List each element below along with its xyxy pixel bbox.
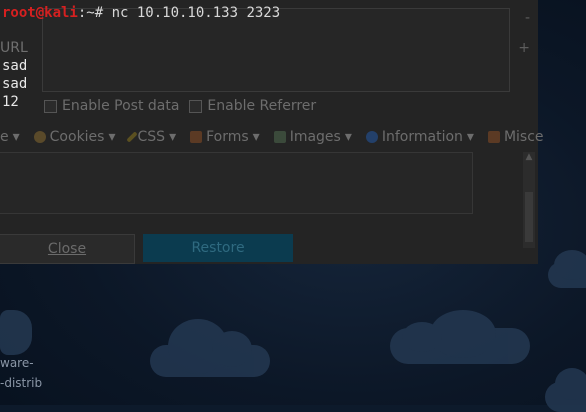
terminal-prompt-symbol: :~# — [77, 5, 112, 21]
enable-post-checkbox[interactable]: Enable Post data — [44, 98, 179, 114]
close-button-label: Close — [47, 241, 87, 257]
toolbar-item-label: Misce — [503, 129, 544, 145]
toolbar-item-information[interactable]: Information ▾ — [365, 129, 474, 145]
checkbox-icon — [44, 99, 57, 113]
pencil-icon — [125, 131, 138, 143]
toolbar-item-label: Information — [381, 129, 463, 145]
enable-referrer-checkbox[interactable]: Enable Referrer — [189, 98, 316, 114]
addon-toolbar: e ▾ Cookies ▾ CSS ▾ Forms ▾ Images ▾ Inf… — [0, 126, 544, 148]
toolbar-item-misc[interactable]: Misce — [487, 129, 544, 145]
desktop-icon-label[interactable]: ware- — [0, 356, 34, 370]
cloud-decoration — [0, 310, 32, 355]
toolbar-item-label: Images — [289, 129, 341, 145]
toolbar-item-label: Forms — [206, 129, 249, 145]
scrollbar[interactable]: ▲ — [523, 152, 535, 248]
misc-icon — [487, 131, 500, 143]
url-side-label: URL — [0, 40, 28, 56]
cloud-decoration — [548, 250, 586, 288]
chevron-down-icon: ▾ — [169, 129, 177, 145]
toolbar-item-truncated[interactable]: e ▾ — [0, 129, 20, 145]
plus-icon[interactable]: + — [518, 40, 530, 56]
terminal-output-line: sad — [2, 58, 28, 74]
enable-referrer-label: Enable Referrer — [207, 98, 317, 114]
toolbar-item-cookies[interactable]: Cookies ▾ — [33, 129, 116, 145]
terminal-output-line: 12 — [2, 94, 19, 110]
terminal-prompt-user: root@kali — [2, 5, 78, 21]
toolbar-item-label: Cookies — [49, 129, 105, 145]
chevron-down-icon: ▾ — [108, 129, 116, 145]
scrollbar-thumb[interactable] — [525, 192, 533, 242]
restore-button-label: Restore — [191, 240, 245, 256]
cloud-decoration — [545, 368, 586, 412]
minus-icon[interactable]: - — [525, 10, 530, 26]
enable-post-label: Enable Post data — [62, 98, 180, 114]
chevron-down-icon: ▾ — [12, 129, 20, 145]
terminal-command: nc 10.10.10.133 2323 — [111, 5, 281, 21]
toolbar-item-label: e — [0, 129, 9, 145]
toolbar-item-images[interactable]: Images ▾ — [273, 129, 352, 145]
response-textarea[interactable] — [0, 152, 473, 214]
cloud-decoration — [390, 310, 530, 364]
checkbox-icon — [189, 99, 203, 113]
browser-panel: URL - + Enable Post data Enable Referrer… — [0, 0, 544, 264]
restore-button[interactable]: Restore — [143, 234, 293, 262]
terminal-command-line[interactable]: root@kali:~# nc 10.10.10.133 2323 — [2, 5, 280, 21]
image-icon — [273, 131, 286, 143]
desktop-icon-label[interactable]: -distrib — [0, 376, 42, 390]
terminal-output-line: sad — [2, 76, 28, 92]
cloud-decoration — [150, 319, 270, 377]
chevron-down-icon: ▾ — [466, 129, 474, 145]
chevron-down-icon: ▾ — [344, 129, 352, 145]
close-button[interactable]: Close — [0, 234, 135, 264]
toolbar-item-forms[interactable]: Forms ▾ — [190, 129, 260, 145]
options-row: Enable Post data Enable Referrer — [44, 98, 316, 114]
user-icon — [33, 131, 46, 143]
toolbar-item-label: CSS — [137, 129, 166, 145]
form-icon — [190, 131, 203, 143]
toolbar-item-css[interactable]: CSS ▾ — [125, 129, 177, 145]
info-icon — [365, 131, 378, 143]
scroll-up-icon[interactable]: ▲ — [523, 152, 535, 162]
chevron-down-icon: ▾ — [252, 129, 260, 145]
